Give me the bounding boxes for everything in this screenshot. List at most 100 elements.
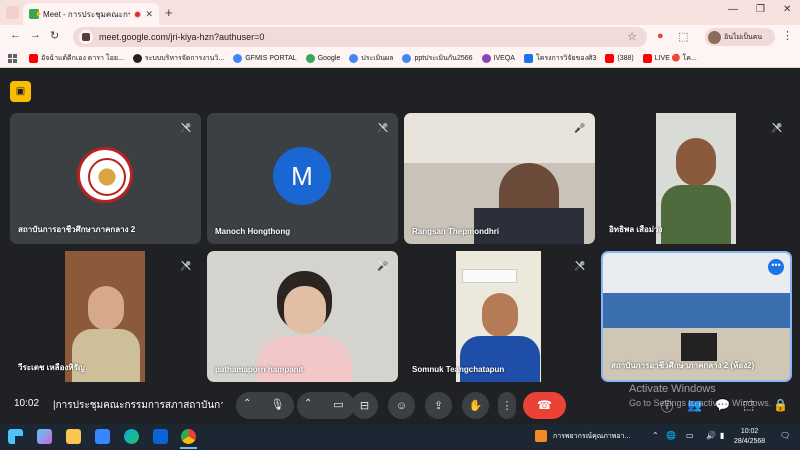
bookmarks-bar: อัจฉ้าแด้ดีกเอง ดารา โอย... ระบบบริหารจั… <box>0 49 800 68</box>
participant-name: pathamaporn hampanit <box>215 365 304 374</box>
raise-hand-button[interactable]: ✋ <box>462 392 489 419</box>
activate-windows-watermark: Activate Windows Go to Settings to activ… <box>629 383 772 408</box>
language-icon[interactable]: 🌐 <box>666 431 676 440</box>
recording-indicator-icon <box>134 10 142 18</box>
taskbar-notification[interactable]: การพยากรณ์คุณภาพอา... <box>535 430 630 442</box>
participant-tile[interactable]: 🎤 อิทธิพล เสือม่วง <box>601 113 792 244</box>
bookmark-item[interactable]: (388) <box>605 53 634 63</box>
bookmark-item[interactable]: อัจฉ้าแด้ดีกเอง ดารา โอย... <box>29 53 124 64</box>
network-icon[interactable]: ▭ <box>686 431 694 440</box>
participant-name: อิทธิพล เสือม่วง <box>609 225 663 234</box>
tab-title: Meet - การประชุมคณะกรรมกา <box>43 9 131 19</box>
profile-button[interactable]: อินไม่เป็นคน <box>705 28 775 46</box>
browser-tab-meet[interactable]: Meet - การประชุมคณะกรรมกา ✕ <box>23 3 159 25</box>
browser-menu-icon[interactable]: ⋮ <box>782 29 793 42</box>
participant-tile[interactable]: 🎤 Somnuk Teangchatapun <box>404 251 595 382</box>
close-window-button[interactable]: ✕ <box>783 4 791 15</box>
outlook-icon[interactable] <box>153 429 168 444</box>
apps-grid-icon[interactable] <box>8 53 17 63</box>
avatar: M <box>273 147 331 205</box>
participant-video <box>676 138 716 186</box>
opera-extension-icon[interactable]: ● <box>657 30 664 42</box>
participant-name: สถาบันการอาชีวศึกษาภาคกลาง 2 <box>18 225 136 234</box>
address-bar[interactable]: meet.google.com/jri-kiya-hzn?authuser=0 … <box>73 27 647 47</box>
extensions-puzzle-icon[interactable]: ⬚ <box>678 30 688 43</box>
globe-icon <box>132 53 142 63</box>
bookmark-item[interactable]: โครงการวิจัยของศิ3 <box>523 53 596 64</box>
microphone-control[interactable]: ⌃ 🎙 <box>236 392 294 419</box>
participant-tile[interactable]: 🎤 pathamaporn hampanit <box>207 251 398 382</box>
youtube-icon <box>642 53 652 63</box>
bookmark-star-icon[interactable]: ☆ <box>627 30 637 43</box>
audio-options-chevron-icon[interactable]: ⌃ <box>243 398 251 409</box>
mic-muted-icon: 🎤 <box>377 123 389 133</box>
captions-button[interactable]: ⊟ <box>351 392 378 419</box>
maximize-button[interactable]: ❐ <box>756 4 765 15</box>
leave-call-button[interactable]: ☎ <box>523 392 566 419</box>
participant-tile-active-speaker[interactable]: ••• สถาบันการอาชีวศึกษาภาคกลาง 2 (ห้อง2) <box>601 251 792 382</box>
more-options-button[interactable]: ⋮ <box>498 392 516 419</box>
windows-taskbar: การพยากรณ์คุณภาพอา... ⌃ 🌐 ▭ 🔊 ▮ 10:02 28… <box>0 424 800 450</box>
host-controls-icon[interactable]: 🔒 <box>773 398 788 412</box>
active-app-indicator <box>180 447 197 449</box>
present-screen-button[interactable]: ⇪ <box>425 392 452 419</box>
bookmark-item[interactable]: ประเมินผล <box>349 53 393 64</box>
camera-control[interactable]: ⌃ ▭ <box>297 392 355 419</box>
microphone-icon[interactable]: 🎙 <box>266 394 289 417</box>
forward-arrow-icon[interactable]: → <box>30 29 41 41</box>
edge-icon[interactable] <box>124 429 139 444</box>
tray-overflow-chevron-icon[interactable]: ⌃ <box>652 431 659 440</box>
windows-start-icon[interactable] <box>8 429 23 444</box>
new-tab-button[interactable]: + <box>165 5 173 20</box>
taskbar-clock[interactable]: 10:02 28/4/2568 <box>734 427 765 447</box>
mic-muted-icon: 🎤 <box>771 123 783 133</box>
participant-tile[interactable]: 🎤 สถาบันการอาชีวศึกษาภาคกลาง 2 <box>10 113 201 244</box>
minimize-button[interactable]: — <box>728 4 738 15</box>
iveqa-icon <box>481 53 491 63</box>
store-icon[interactable] <box>95 429 110 444</box>
participant-name: Manoch Hongthong <box>215 227 291 236</box>
volume-icon[interactable]: 🔊 <box>706 431 716 440</box>
participant-tile[interactable]: 🎤 วีระเดช เหลืองหิรัญ <box>10 251 201 382</box>
mic-muted-icon: 🎤 <box>180 261 192 271</box>
participant-name: สถาบันการอาชีวศึกษาภาคกลาง 2 (ห้อง2) <box>611 361 755 370</box>
site-icon <box>402 53 412 63</box>
battery-icon[interactable]: ▮ <box>720 431 724 440</box>
back-arrow-icon[interactable]: ← <box>10 29 21 41</box>
bookmark-item[interactable]: Google <box>305 53 340 63</box>
video-background <box>603 293 790 328</box>
bookmark-item[interactable]: pptประเมินกัน2566 <box>402 53 473 64</box>
meeting-title: |การประชุมคณะกรรมการสภาสถาบันการอาชี... <box>53 400 223 411</box>
chrome-icon[interactable] <box>181 429 196 444</box>
participant-tile[interactable]: M 🎤 Manoch Hongthong <box>207 113 398 244</box>
bookmark-item[interactable]: ระบบบริหารจัดการงานวิ... <box>132 53 224 64</box>
video-background <box>404 113 595 163</box>
participant-tile[interactable]: 🎤 Rangsan Thepmondhri <box>404 113 595 244</box>
mic-muted-icon: 🎤 <box>180 123 192 133</box>
document-icon <box>523 53 533 63</box>
meet-favicon-icon <box>29 9 41 19</box>
participant-video <box>482 293 518 337</box>
url-text: meet.google.com/jri-kiya-hzn?authuser=0 <box>99 32 265 42</box>
youtube-icon <box>29 53 38 63</box>
bookmark-item[interactable]: LIVE 🔴 โค... <box>642 53 697 64</box>
tab-search-button[interactable] <box>6 6 19 19</box>
bookmark-item[interactable]: IVEQA <box>481 53 515 63</box>
copilot-icon[interactable] <box>37 429 52 444</box>
camera-icon[interactable]: ▭ <box>327 394 350 417</box>
emoji-reaction-button[interactable]: ☺ <box>388 392 415 419</box>
video-options-chevron-icon[interactable]: ⌃ <box>304 398 312 409</box>
notification-app-icon <box>535 430 547 442</box>
present-icon: ⇪ <box>433 400 444 412</box>
tab-close-icon[interactable]: ✕ <box>145 9 153 20</box>
host-controls-badge-icon[interactable]: ▣ <box>10 81 31 102</box>
gfmis-icon <box>233 53 243 63</box>
more-options-icon[interactable]: ••• <box>768 259 784 275</box>
air-conditioner <box>462 269 517 283</box>
bookmark-item[interactable]: GFMIS PORTAL <box>233 53 297 63</box>
site-info-icon[interactable] <box>79 30 93 44</box>
file-explorer-icon[interactable] <box>66 429 81 444</box>
site-icon <box>349 53 359 63</box>
notifications-icon[interactable]: 🗨 <box>780 431 790 440</box>
reload-icon[interactable]: ↻ <box>50 29 59 42</box>
